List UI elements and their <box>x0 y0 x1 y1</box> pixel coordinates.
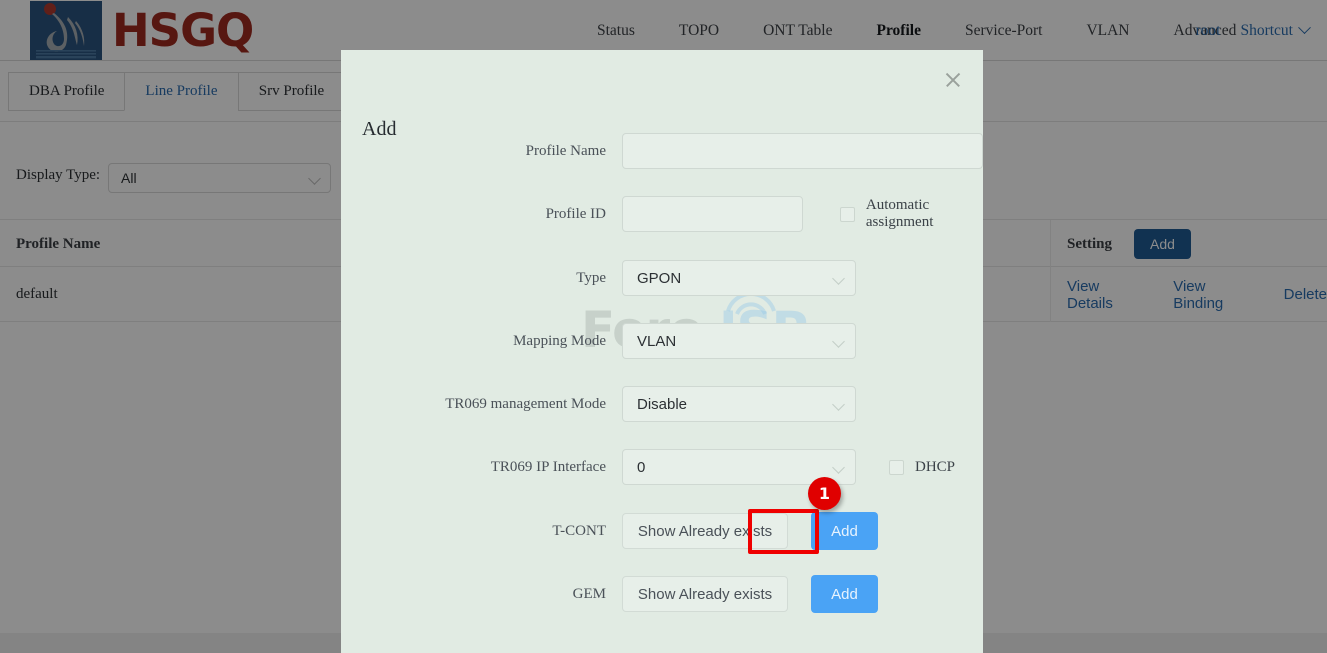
checkbox-box-icon <box>889 459 904 475</box>
field-row-mapping-mode: Mapping Mode VLAN <box>341 323 983 359</box>
chevron-down-icon <box>832 335 845 348</box>
automatic-assignment-checkbox[interactable]: Automatic assignment <box>839 197 983 231</box>
mapping-mode-select[interactable]: VLAN <box>622 323 856 359</box>
chevron-down-icon <box>832 272 845 285</box>
chevron-down-icon <box>832 461 845 474</box>
label-profile-name: Profile Name <box>525 142 606 159</box>
tr069-management-mode-select[interactable]: Disable <box>622 386 856 422</box>
tr069-management-mode-value: Disable <box>637 395 688 413</box>
tr069-ip-interface-value: 0 <box>637 458 646 476</box>
label-type: Type <box>576 269 606 286</box>
field-row-tr069-ip-interface: TR069 IP Interface 0 DHCP <box>341 449 983 485</box>
checkbox-box-icon <box>839 206 855 222</box>
dhcp-label: DHCP <box>915 458 956 475</box>
label-tcont: T-CONT <box>552 522 606 539</box>
add-line-profile-dialog: Add Foro ISP Profile Name Profile ID Aut… <box>341 50 983 653</box>
gem-add-button[interactable]: Add <box>811 575 878 613</box>
automatic-assignment-label: Automatic assignment <box>865 197 934 230</box>
field-row-profile-name: Profile Name <box>341 133 983 169</box>
label-mapping-mode: Mapping Mode <box>513 332 606 349</box>
app-root: HSGQ Status TOPO ONT Table Profile Servi… <box>0 0 1327 653</box>
type-select[interactable]: GPON <box>622 260 856 296</box>
label-gem: GEM <box>572 585 606 602</box>
type-value: GPON <box>637 269 682 287</box>
label-tr069-management-mode: TR069 management Mode <box>445 395 606 412</box>
field-row-gem: GEM Show Already exists Add <box>341 575 983 613</box>
mapping-mode-value: VLAN <box>637 332 677 350</box>
profile-id-input[interactable] <box>622 196 803 232</box>
close-icon[interactable] <box>941 68 965 92</box>
profile-name-input[interactable] <box>622 133 983 169</box>
field-row-tr069-management-mode: TR069 management Mode Disable <box>341 386 983 422</box>
chevron-down-icon <box>832 398 845 411</box>
dhcp-checkbox[interactable]: DHCP <box>889 459 955 476</box>
field-row-profile-id: Profile ID Automatic assignment <box>341 196 983 232</box>
label-profile-id: Profile ID <box>545 205 606 222</box>
gem-show-already-exists-button[interactable]: Show Already exists <box>622 576 788 612</box>
field-row-type: Type GPON <box>341 260 983 296</box>
label-tr069-ip-interface: TR069 IP Interface <box>490 458 606 475</box>
tcont-show-already-exists-button[interactable]: Show Already exists <box>622 513 788 549</box>
tcont-add-button[interactable]: Add <box>811 512 878 550</box>
field-row-tcont: T-CONT Show Already exists Add <box>341 512 983 550</box>
step-number-badge: 1 <box>808 477 841 510</box>
